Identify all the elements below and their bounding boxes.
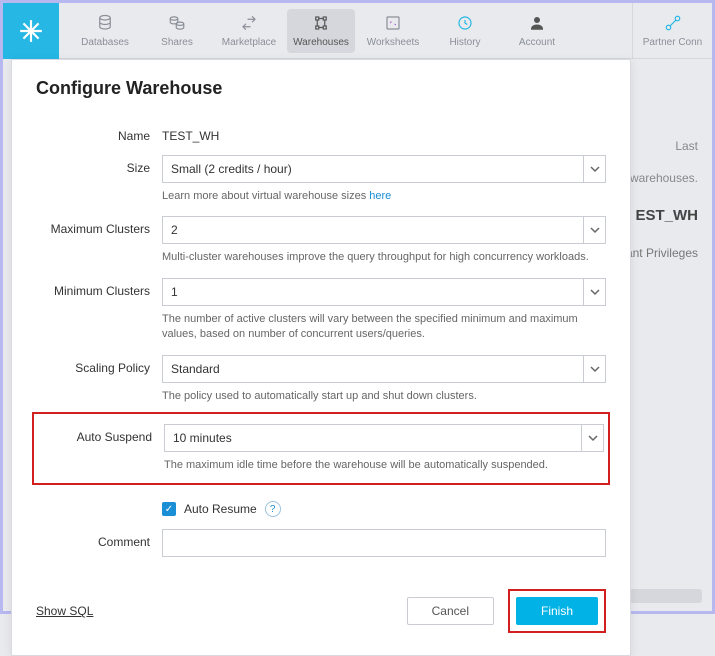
help-icon[interactable]: ? bbox=[265, 501, 281, 517]
chevron-down-icon bbox=[583, 356, 605, 382]
nav-shares[interactable]: Shares bbox=[143, 9, 211, 53]
nav-label: Marketplace bbox=[222, 37, 276, 48]
size-label: Size bbox=[36, 155, 162, 175]
chevron-down-icon bbox=[583, 217, 605, 243]
finish-button[interactable]: Finish bbox=[516, 597, 598, 625]
marketplace-icon bbox=[240, 14, 258, 35]
nav-label: Account bbox=[519, 37, 555, 48]
size-select-value: Small (2 credits / hour) bbox=[171, 162, 292, 176]
size-select[interactable]: Small (2 credits / hour) bbox=[162, 155, 606, 183]
auto-suspend-helper: The maximum idle time before the warehou… bbox=[164, 458, 604, 473]
size-helper: Learn more about virtual warehouse sizes… bbox=[162, 189, 606, 204]
nav-account[interactable]: Account bbox=[503, 9, 571, 53]
max-clusters-helper: Multi-cluster warehouses improve the que… bbox=[162, 250, 606, 265]
nav-label: Warehouses bbox=[293, 37, 349, 48]
auto-suspend-value: 10 minutes bbox=[173, 431, 232, 445]
top-navigation: Databases Shares Marketplace Warehouses … bbox=[3, 3, 712, 59]
nav-label: Databases bbox=[81, 37, 129, 48]
show-sql-link[interactable]: Show SQL bbox=[36, 604, 93, 618]
nav-marketplace[interactable]: Marketplace bbox=[215, 9, 283, 53]
max-clusters-value: 2 bbox=[171, 223, 178, 237]
name-value: TEST_WH bbox=[162, 123, 606, 143]
nav-label: Shares bbox=[161, 37, 193, 48]
auto-resume-spacer bbox=[36, 493, 162, 499]
min-clusters-value: 1 bbox=[171, 285, 178, 299]
auto-resume-checkbox[interactable]: ✓ bbox=[162, 502, 176, 516]
nav-history[interactable]: History bbox=[431, 9, 499, 53]
cancel-button[interactable]: Cancel bbox=[407, 597, 494, 625]
auto-resume-label: Auto Resume bbox=[184, 502, 257, 516]
nav-label: History bbox=[449, 37, 480, 48]
comment-input[interactable] bbox=[162, 529, 606, 557]
nav-label: Partner Conn bbox=[643, 37, 702, 48]
chevron-down-icon bbox=[581, 425, 603, 451]
warehouses-icon bbox=[312, 14, 330, 35]
max-clusters-select[interactable]: 2 bbox=[162, 216, 606, 244]
dialog-title: Configure Warehouse bbox=[36, 78, 606, 99]
chevron-down-icon bbox=[583, 279, 605, 305]
shares-icon bbox=[168, 14, 186, 35]
min-clusters-helper: The number of active clusters will vary … bbox=[162, 312, 606, 343]
snowflake-logo[interactable] bbox=[3, 3, 59, 59]
scaling-policy-select[interactable]: Standard bbox=[162, 355, 606, 383]
nav-warehouses[interactable]: Warehouses bbox=[287, 9, 355, 53]
min-clusters-label: Minimum Clusters bbox=[36, 278, 162, 298]
auto-suspend-select[interactable]: 10 minutes bbox=[164, 424, 604, 452]
nav-partner-connect[interactable]: Partner Conn bbox=[632, 3, 712, 59]
scaling-policy-label: Scaling Policy bbox=[36, 355, 162, 375]
finish-highlight: Finish bbox=[508, 589, 606, 633]
configure-warehouse-dialog: Configure Warehouse Name TEST_WH Size Sm… bbox=[11, 59, 631, 656]
nav-databases[interactable]: Databases bbox=[71, 9, 139, 53]
partner-connect-icon bbox=[664, 14, 682, 35]
comment-label: Comment bbox=[36, 529, 162, 549]
history-icon bbox=[456, 14, 474, 35]
auto-suspend-highlight: Auto Suspend 10 minutes The maximum idle… bbox=[32, 412, 610, 485]
chevron-down-icon bbox=[583, 156, 605, 182]
scaling-policy-value: Standard bbox=[171, 362, 220, 376]
nav-worksheets[interactable]: Worksheets bbox=[359, 9, 427, 53]
max-clusters-label: Maximum Clusters bbox=[36, 216, 162, 236]
database-icon bbox=[96, 14, 114, 35]
min-clusters-select[interactable]: 1 bbox=[162, 278, 606, 306]
name-label: Name bbox=[36, 123, 162, 143]
account-icon bbox=[528, 14, 546, 35]
worksheets-icon bbox=[384, 14, 402, 35]
size-learn-more-link[interactable]: here bbox=[369, 190, 391, 202]
auto-suspend-label: Auto Suspend bbox=[38, 424, 164, 444]
nav-label: Worksheets bbox=[367, 37, 420, 48]
scaling-policy-helper: The policy used to automatically start u… bbox=[162, 389, 606, 404]
